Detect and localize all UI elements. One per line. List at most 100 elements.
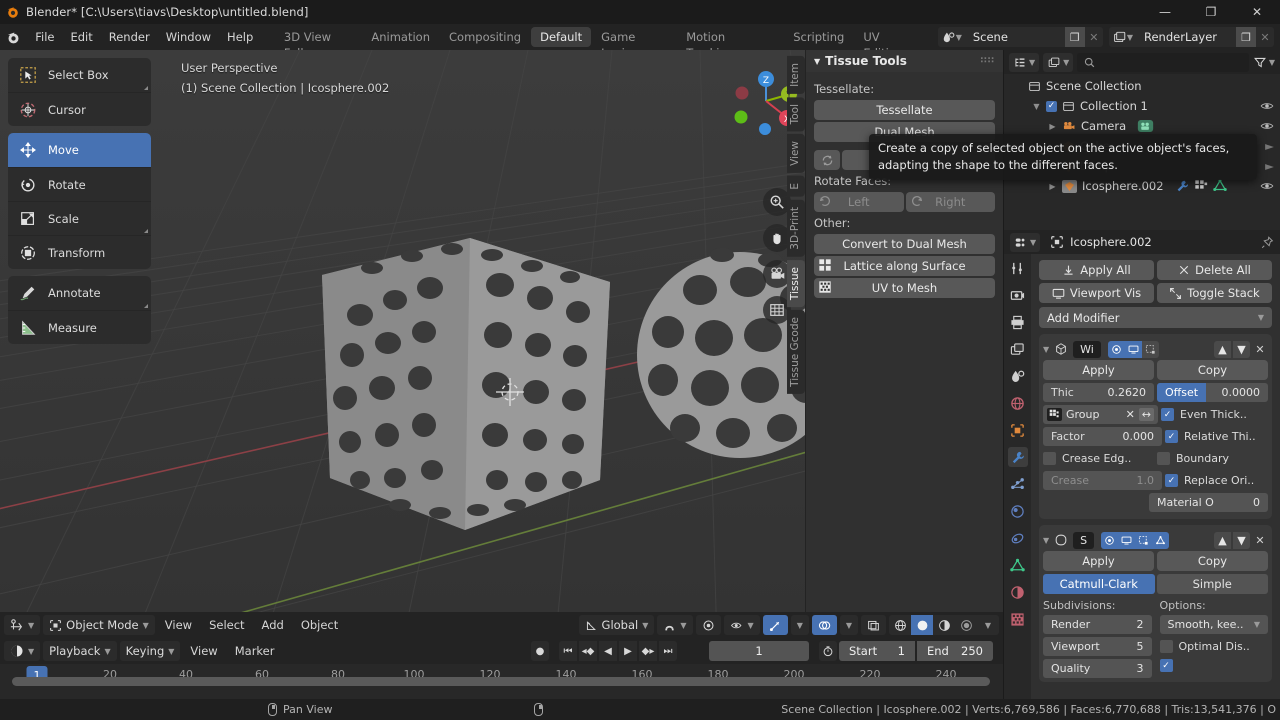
workspace-tab-game-logic[interactable]: Game Logic [592,27,676,60]
vertex-group-clear-icon[interactable]: ✕ [1126,408,1135,421]
outliner-search-input[interactable] [1077,52,1249,72]
hide-in-viewport-icon[interactable] [1260,180,1274,192]
workspace-tab-uv-editing[interactable]: UV Editing [854,27,930,60]
outliner-row-collection-1[interactable]: ▼ ✓ Collection 1 [1004,96,1280,116]
npanel-tab-3d-print[interactable]: 3D-Print [787,199,805,257]
menu-help[interactable]: Help [219,27,261,47]
simple-button[interactable]: Simple [1156,574,1268,594]
properties-tab-particles[interactable] [1008,474,1028,494]
hide-in-viewport-icon[interactable] [1260,100,1274,112]
properties-tab-world[interactable] [1008,393,1028,413]
workspace-tab-animation[interactable]: Animation [362,27,439,47]
properties-tab-view-layer[interactable] [1008,339,1028,359]
tool-measure[interactable]: Measure [8,310,151,344]
optimal-display-row[interactable]: Optimal Dis.. [1159,637,1269,656]
npanel-tab-tool[interactable]: Tool [787,96,805,132]
jump-start-button[interactable]: ⏮ [559,641,577,661]
modifier-name-field[interactable]: S [1073,531,1095,549]
record-button[interactable]: ● [531,641,549,661]
hide-in-viewport-icon[interactable]: ► [1265,139,1274,153]
delete-all-button[interactable]: Delete All [1157,260,1272,280]
workspace-tab-default[interactable]: Default [531,27,592,47]
convert-to-dual-mesh-button[interactable]: Convert to Dual Mesh [814,234,995,254]
viewport-vis-button[interactable]: Viewport Vis [1039,283,1154,303]
modifier-remove-button[interactable]: ✕ [1252,532,1268,549]
unlink-viewlayer-button[interactable]: ✕ [1256,27,1274,47]
hide-in-viewport-icon[interactable]: ► [1265,159,1274,173]
offset-field[interactable]: Offset 0.0000 [1157,383,1268,402]
3d-viewport[interactable]: User Perspective (1) Scene Collection | … [0,50,1003,612]
catmull-clark-button[interactable]: Catmull-Clark [1043,574,1155,594]
shading-dropdown[interactable]: ▼ [977,615,999,635]
pin-icon[interactable] [1261,235,1274,249]
crease-edges-checkbox[interactable] [1043,452,1056,465]
gizmo-toggle[interactable] [762,615,788,635]
lattice-along-surface-button[interactable]: Lattice along Surface [814,256,995,276]
collection-checkbox[interactable]: ✓ [1046,100,1057,112]
current-frame-field[interactable]: 1 [709,641,809,661]
menu-window[interactable]: Window [158,27,219,47]
render-subdiv-field[interactable]: Render 2 [1043,615,1152,634]
modifier-realtime-toggle[interactable] [1118,531,1136,549]
modifier-editmode-toggle[interactable] [1135,531,1153,549]
timeline-menu-marker[interactable]: Marker [228,641,282,661]
properties-tab-output[interactable] [1008,312,1028,332]
properties-tab-data[interactable] [1008,555,1028,575]
start-frame-field[interactable]: Start 1 [839,641,915,661]
toggle-stack-button[interactable]: Toggle Stack [1157,283,1272,303]
use-creases-row[interactable]: ✓ [1159,656,1269,675]
modifier-render-toggle[interactable] [1107,340,1125,358]
gizmo-dropdown[interactable]: ▼ [790,615,809,635]
add-modifier-button[interactable]: Add Modifier ▼ [1039,307,1272,328]
blender-menu-icon[interactable] [0,30,27,45]
maximize-button[interactable]: ❐ [1188,0,1234,24]
modifier-move-up-button[interactable]: ▲ [1214,531,1231,549]
timeline-menu-view[interactable]: View [183,641,224,661]
end-frame-field[interactable]: End 250 [917,641,993,661]
crease-field[interactable]: Crease 1.0 [1043,471,1162,490]
properties-editor-type[interactable]: ▼ [1010,232,1041,252]
workspace-tab-scripting[interactable]: Scripting [784,27,853,47]
modifier-remove-button[interactable]: ✕ [1252,341,1268,358]
overlays-dropdown[interactable]: ▼ [839,615,858,635]
even-thickness-row[interactable]: ✓ Even Thick.. [1161,405,1268,424]
rotate-left-button[interactable]: Left [814,192,904,212]
view-layer-icon[interactable]: ▼ [1108,27,1136,47]
shading-material[interactable] [933,615,955,635]
editor-type-selector[interactable]: ▼ [4,615,41,635]
modifier-copy-button[interactable]: Copy [1157,360,1268,380]
outliner-display-mode[interactable]: ▼ [1043,52,1074,72]
tool-expand-corner[interactable] [144,304,148,308]
tool-scale[interactable]: Scale [8,201,151,235]
outliner-editor-type[interactable]: ▼ [1009,52,1040,72]
properties-tab-scene[interactable] [1008,366,1028,386]
properties-tab-texture[interactable] [1008,609,1028,629]
use-preview-range-button[interactable] [819,641,837,661]
chevron-down-icon[interactable]: ▼ [1043,536,1049,545]
timeline-ruler[interactable]: 1 20 40 60 80 100 120 140 160 180 200 22… [0,664,1003,688]
shading-solid[interactable] [911,615,933,635]
workspace-tab-compositing[interactable]: Compositing [440,27,530,47]
modifier-move-down-button[interactable]: ▼ [1233,340,1250,358]
hide-in-viewport-icon[interactable] [1260,120,1274,132]
factor-field[interactable]: Factor 0.000 [1043,427,1162,446]
uv-to-mesh-button[interactable]: UV to Mesh [814,278,995,298]
refresh-icon[interactable] [814,150,840,170]
next-keyframe-button[interactable]: ◆▸ [639,641,657,661]
proportional-edit-toggle[interactable] [695,615,721,635]
viewport-menu-select[interactable]: Select [202,615,251,635]
new-scene-button[interactable]: ❐ [1064,27,1085,47]
workspace-tab-motion-tracking[interactable]: Motion Tracking [677,27,783,60]
new-viewlayer-button[interactable]: ❐ [1236,27,1256,47]
properties-tab-constraints[interactable] [1008,528,1028,548]
viewlayer-name[interactable]: RenderLayer [1136,27,1236,47]
subsurf-apply-button[interactable]: Apply [1043,551,1154,571]
visibility-selector[interactable]: ▼ [723,615,760,635]
workspace-tab-3d-view-full[interactable]: 3D View Full [275,27,361,60]
prev-keyframe-button[interactable]: ◂◆ [579,641,597,661]
modifier-move-up-button[interactable]: ▲ [1214,340,1231,358]
timeline-editor-type[interactable]: ▼ [4,641,41,661]
npanel-tab-e[interactable]: E [787,176,805,197]
timeline-menu-playback[interactable]: Playback ▼ [43,641,117,661]
timeline-menu-keying[interactable]: Keying ▼ [119,641,181,661]
